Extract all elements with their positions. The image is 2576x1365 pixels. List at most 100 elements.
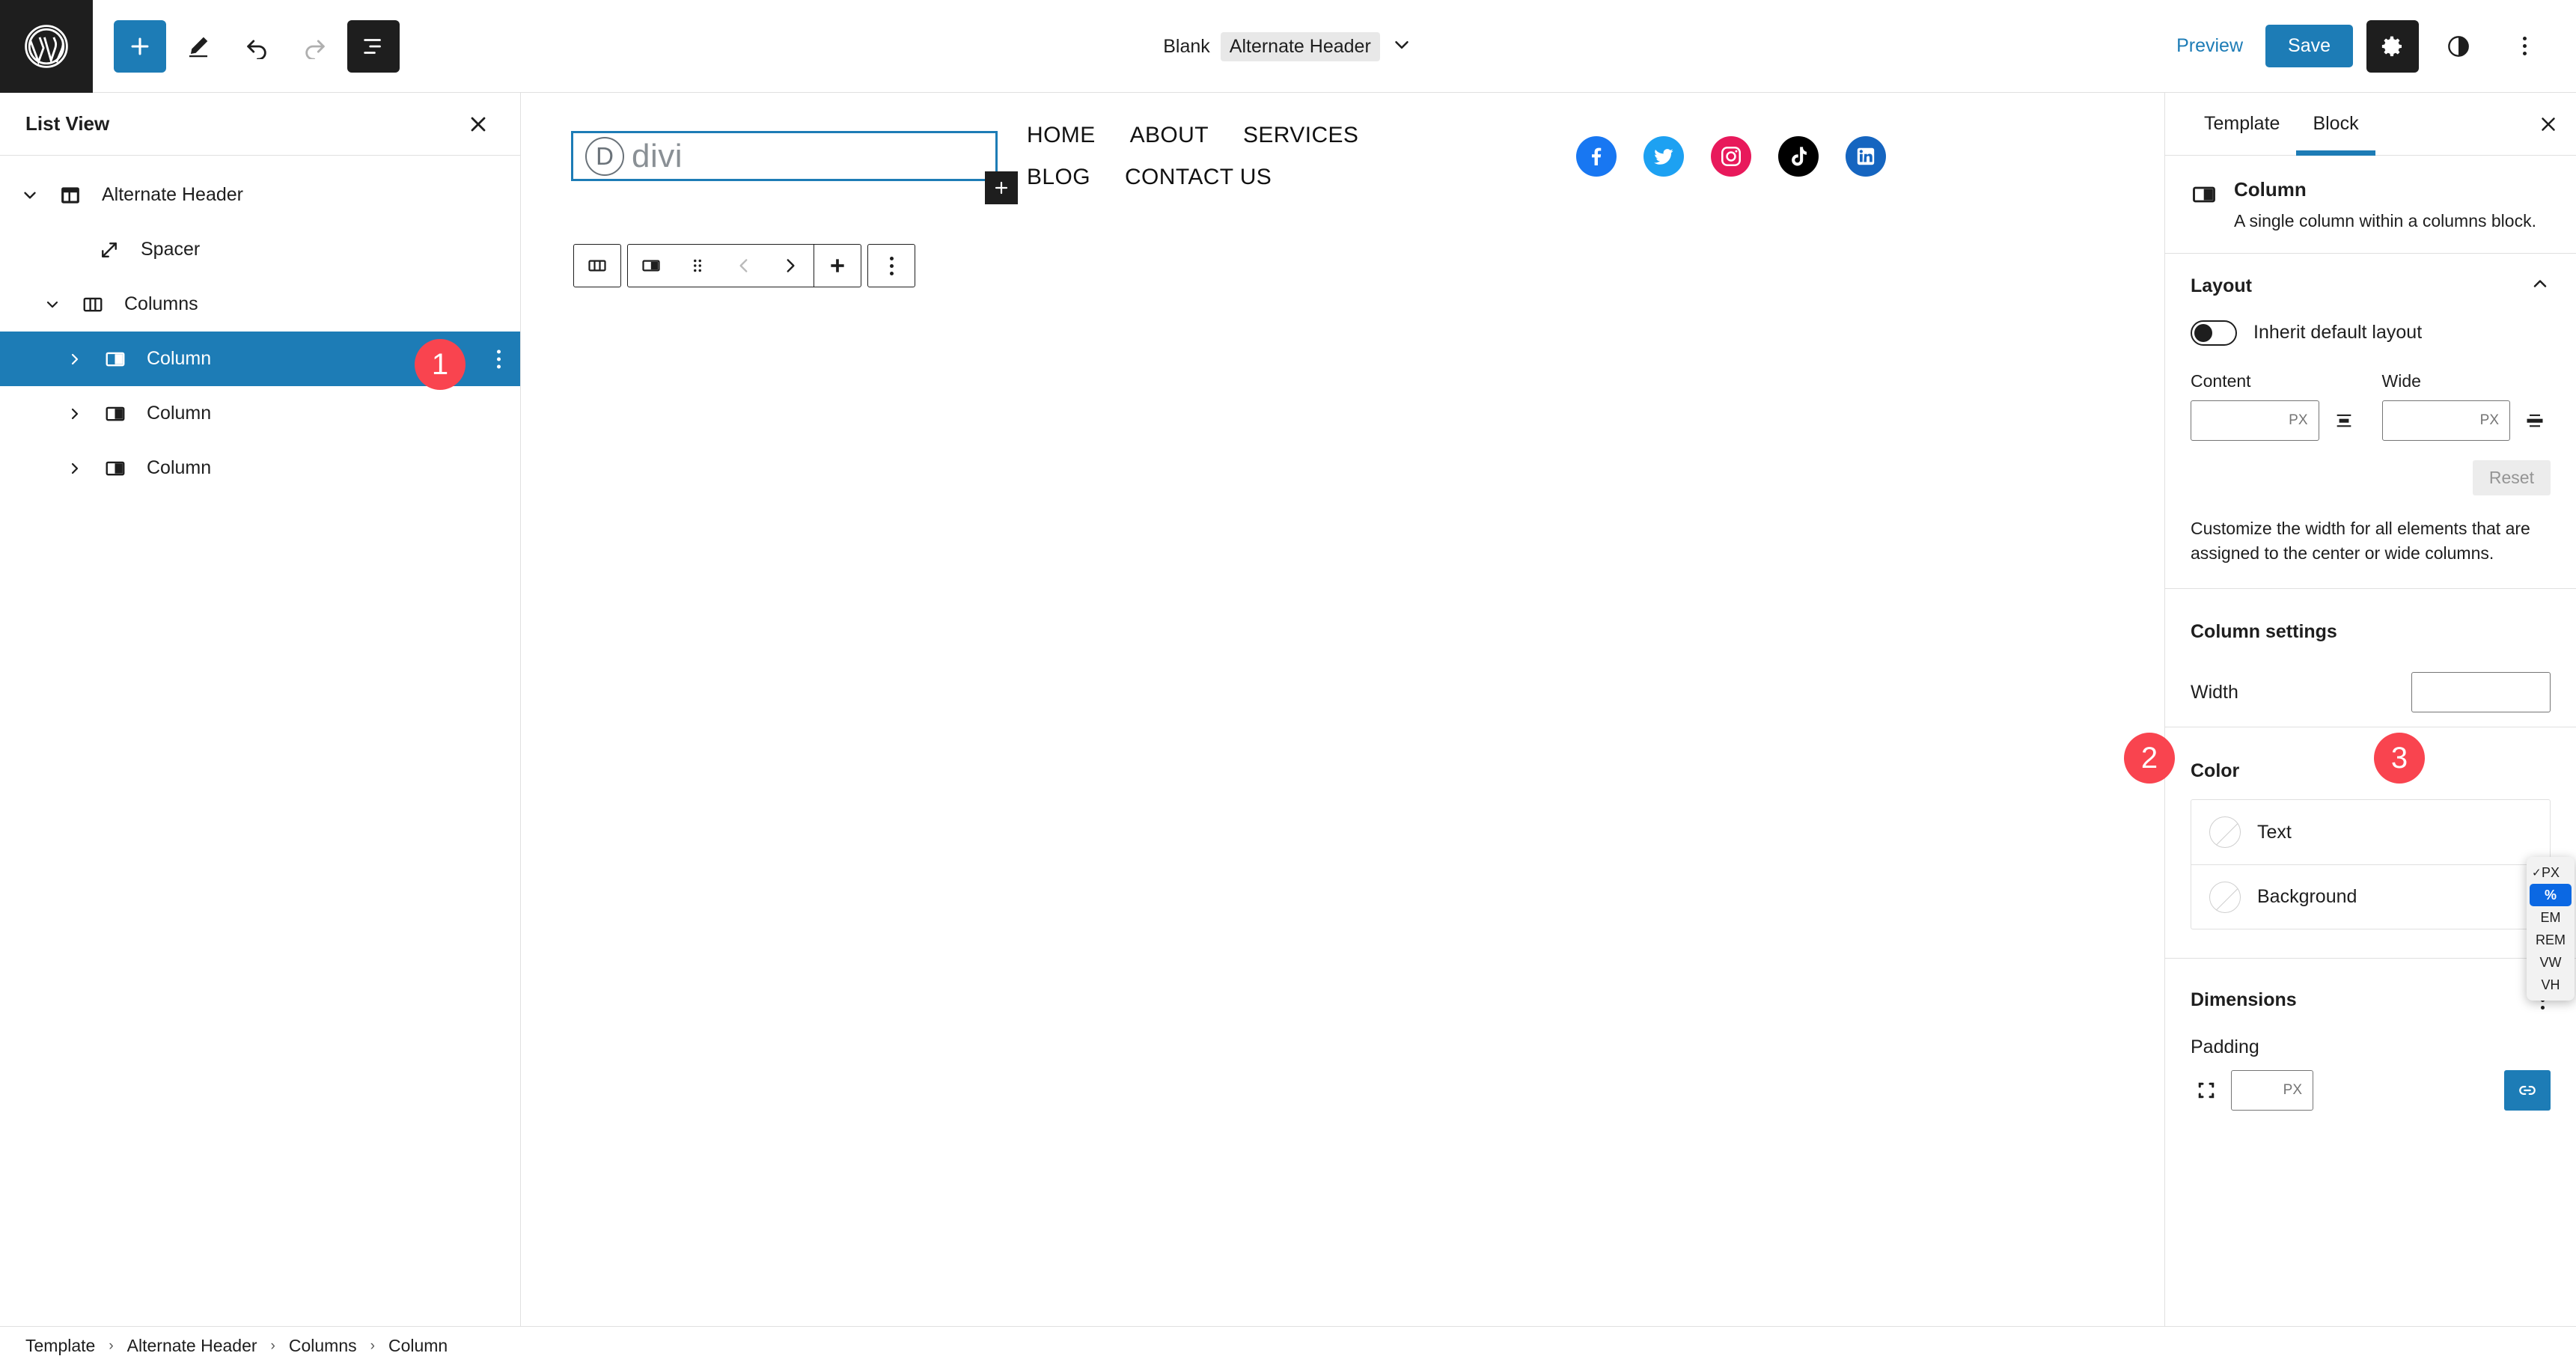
column-settings-header: Column settings [2165, 605, 2576, 658]
move-left-button[interactable] [721, 245, 767, 287]
color-heading: Color [2191, 760, 2240, 781]
unit-option-vh[interactable]: VH [2530, 974, 2572, 996]
list-item-column[interactable]: Column [0, 441, 520, 495]
link-sides-button[interactable] [2504, 1070, 2551, 1111]
redo-button[interactable] [289, 20, 341, 73]
nav-item-blog[interactable]: BLOG [1027, 165, 1090, 190]
list-item-columns[interactable]: Columns [0, 277, 520, 332]
unit-option-em[interactable]: EM [2530, 906, 2572, 929]
content-width-input[interactable]: PX [2191, 400, 2319, 441]
undo-button[interactable] [231, 20, 283, 73]
color-panel-header: Color [2165, 747, 2576, 795]
edit-pencil-button[interactable] [172, 20, 225, 73]
tab-template[interactable]: Template [2188, 93, 2296, 155]
chevron-down-icon[interactable] [1391, 34, 1413, 60]
unit-option-rem[interactable]: REM [2530, 929, 2572, 951]
template-part-icon [49, 184, 91, 207]
move-right-button[interactable] [767, 245, 814, 287]
block-toolbar [573, 244, 915, 287]
block-options-button[interactable] [868, 245, 915, 287]
padding-input[interactable]: PX [2231, 1070, 2313, 1111]
settings-gear-button[interactable] [2366, 19, 2419, 73]
drag-handle-icon[interactable] [674, 245, 721, 287]
document-title[interactable]: Alternate Header [1220, 31, 1380, 61]
wide-width-input[interactable]: PX [2381, 400, 2510, 441]
breadcrumb-item-columns[interactable]: Columns [289, 1336, 357, 1356]
width-input[interactable] [2411, 672, 2551, 713]
wide-align-icon[interactable] [2519, 410, 2551, 431]
preview-button[interactable]: Preview [2167, 29, 2252, 63]
chevron-right-icon[interactable] [55, 350, 94, 368]
top-toolbar: Blank Alternate Header Preview Save [0, 0, 2576, 93]
contrast-styles-button[interactable] [2432, 20, 2485, 73]
chevron-down-icon[interactable] [10, 186, 49, 205]
padding-label: Padding [2191, 1036, 2259, 1058]
social-icons-row [1576, 136, 1886, 177]
linkedin-icon[interactable] [1846, 136, 1886, 177]
more-options-button[interactable] [2498, 20, 2551, 73]
twitter-icon[interactable] [1643, 136, 1684, 177]
columns-icon [72, 293, 114, 316]
select-parent-group [573, 244, 621, 287]
layout-panel-header[interactable]: Layout [2191, 273, 2551, 299]
instagram-icon[interactable] [1711, 136, 1751, 177]
tiktok-icon[interactable] [1778, 136, 1819, 177]
reset-button[interactable]: Reset [2472, 459, 2551, 495]
unit-option-percent[interactable]: % [2530, 884, 2572, 906]
list-view-tree: Alternate Header Spacer Columns Column C… [0, 156, 520, 495]
add-block-toolbar-button[interactable] [814, 245, 861, 287]
list-item-column[interactable]: Column [0, 386, 520, 441]
list-item-options-button[interactable] [497, 349, 501, 368]
color-item-background[interactable]: Background [2191, 864, 2550, 929]
nav-item-about[interactable]: ABOUT [1130, 123, 1209, 148]
close-inspector-icon[interactable] [2521, 93, 2576, 155]
color-options-list: Text Background [2191, 799, 2551, 930]
nav-item-home[interactable]: HOME [1027, 123, 1096, 148]
list-view-button[interactable] [347, 19, 400, 73]
padding-control: Padding PX [2165, 1023, 2576, 1111]
unit-option-vw[interactable]: VW [2530, 951, 2572, 974]
facebook-icon[interactable] [1576, 136, 1617, 177]
list-view-title: List View [25, 112, 110, 135]
wordpress-logo-icon[interactable] [0, 0, 93, 93]
step-badge-1: 1 [415, 339, 466, 390]
no-color-swatch-icon [2209, 816, 2241, 849]
breadcrumb-item-column[interactable]: Column [388, 1336, 448, 1356]
content-width-unit: PX [2289, 412, 2308, 428]
nav-item-services[interactable]: SERVICES [1243, 123, 1358, 148]
padding-sides-icon[interactable] [2191, 1079, 2222, 1102]
content-width-control: Content PX [2191, 371, 2360, 441]
chevron-right-icon[interactable] [55, 459, 94, 477]
site-logo-block[interactable]: D divi [571, 131, 998, 181]
nav-item-contact-us[interactable]: CONTACT US [1125, 165, 1272, 190]
width-row: Width [2165, 658, 2576, 727]
list-item-alternate-header[interactable]: Alternate Header [0, 168, 520, 222]
color-item-text[interactable]: Text [2191, 800, 2550, 864]
tab-block[interactable]: Block [2296, 93, 2375, 156]
column-settings-heading: Column settings [2191, 620, 2337, 642]
inherit-default-layout-toggle[interactable] [2191, 320, 2237, 346]
select-parent-columns-button[interactable] [574, 245, 620, 287]
breadcrumb-item-alternate-header[interactable]: Alternate Header [127, 1336, 257, 1356]
top-toolbar-left [93, 19, 400, 73]
unit-option-px[interactable]: PX [2530, 861, 2572, 884]
add-block-button[interactable] [114, 19, 166, 73]
column-block-button[interactable] [628, 245, 674, 287]
color-panel: Color Text Background [2165, 727, 2576, 930]
chevron-up-icon[interactable] [2530, 273, 2551, 299]
chevron-down-icon[interactable] [33, 296, 72, 314]
nav-row: BLOG CONTACT US [1027, 165, 1506, 190]
close-list-view-icon[interactable] [457, 103, 499, 145]
list-item-spacer[interactable]: Spacer [0, 222, 520, 277]
content-align-icon[interactable] [2328, 410, 2360, 431]
block-inspector-panel: Template Block Column A single column wi… [2164, 93, 2576, 1344]
navigation-menu: HOME ABOUT SERVICES BLOG CONTACT US [1027, 123, 1506, 207]
breadcrumb-item-template[interactable]: Template [25, 1336, 95, 1356]
save-button[interactable]: Save [2265, 25, 2353, 67]
block-appender-button[interactable] [985, 171, 1018, 204]
unit-select-menu[interactable]: PX % EM REM VW VH [2527, 857, 2575, 1001]
inspector-tabs: Template Block [2165, 93, 2576, 156]
list-item-label: Column [147, 457, 212, 478]
chevron-right-icon[interactable] [55, 405, 94, 423]
wide-width-control: Wide PX [2381, 371, 2551, 441]
